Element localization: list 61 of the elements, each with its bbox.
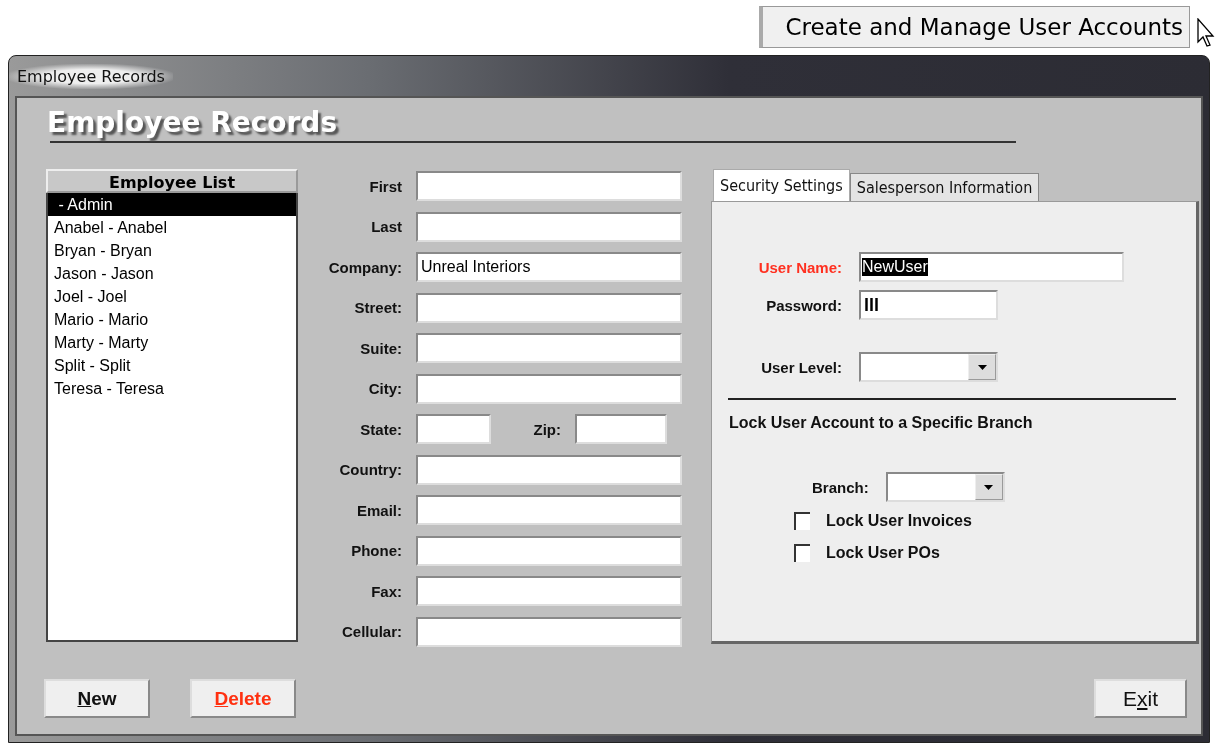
section-label: Lock User Account to a Specific Branch [729, 414, 1034, 432]
text-field[interactable] [416, 373, 682, 404]
checkbox-label: Lock User Invoices [826, 512, 972, 530]
field-label: Cellular: [341, 623, 402, 640]
employee-item[interactable]: Bryan - Bryan [48, 239, 296, 262]
field-label: User Level: [761, 358, 842, 376]
field-label: Fax: [370, 582, 402, 600]
field-label: Street: [353, 299, 402, 316]
text-field[interactable]: Unreal Interiors [416, 252, 682, 282]
field-label: City: [367, 380, 402, 397]
text-field[interactable] [416, 616, 682, 647]
password-field[interactable]: lll [859, 290, 998, 320]
employee-item[interactable]: Anabel - Anabel [48, 216, 296, 239]
text-field[interactable] [416, 454, 682, 485]
field-label: State: [359, 420, 402, 438]
tab[interactable]: Security Settings [713, 169, 850, 201]
field-label: Suite: [359, 339, 402, 357]
caret-icon [977, 364, 987, 370]
text-field[interactable] [416, 292, 682, 323]
field-label: Email: [356, 501, 402, 519]
text-field[interactable] [416, 414, 491, 444]
dropdown-button[interactable] [968, 354, 996, 380]
employee-item[interactable]: Jason - Jason [48, 262, 296, 285]
checkbox[interactable] [794, 512, 810, 530]
text-field[interactable] [416, 333, 682, 363]
text-field[interactable] [416, 171, 682, 201]
employee-list[interactable]: - Admin Anabel - Anabel Bryan - Bryan Jason - Jason Joel - Joel Mario - Mario Marty - Marty Split - Split Teresa - Teresa [46, 193, 298, 642]
create-accounts-button[interactable]: Create and Manage User Accounts [759, 6, 1190, 48]
field-label: Last [370, 218, 402, 235]
field-label: Branch: [812, 478, 869, 496]
action-button[interactable]: Exit [1094, 679, 1187, 718]
field-label: User Name: [758, 258, 842, 276]
dropdown-button[interactable] [974, 474, 1003, 500]
list-header: Employee List [46, 169, 298, 193]
text-field[interactable] [416, 576, 682, 606]
checkbox-label: Lock User POs [826, 544, 940, 562]
text-field[interactable] [416, 535, 682, 566]
employee-item[interactable]: Mario - Mario [48, 308, 296, 331]
employee-item[interactable]: Split - Split [48, 354, 296, 377]
action-button[interactable]: New [44, 679, 150, 718]
text-field[interactable] [416, 495, 682, 525]
field-label: Password: [766, 296, 842, 314]
field-label: First [368, 177, 402, 195]
caret-icon [984, 484, 994, 490]
field-label: Zip: [532, 420, 562, 438]
tab[interactable]: Salesperson Information [849, 173, 1040, 201]
field-label: Company: [327, 258, 402, 276]
mouse-cursor-icon [1196, 18, 1216, 48]
selected-text: NewUser [862, 258, 928, 276]
employee-item[interactable]: - Admin [48, 193, 296, 216]
checkbox[interactable] [794, 544, 810, 562]
text-field[interactable] [575, 414, 667, 444]
field-label: Phone: [350, 542, 402, 559]
window-title: Employee Records [9, 63, 173, 89]
employee-item[interactable]: Teresa - Teresa [48, 377, 296, 400]
text-field[interactable] [416, 211, 682, 242]
employee-item[interactable]: Marty - Marty [48, 331, 296, 354]
employee-item[interactable]: Joel - Joel [48, 285, 296, 308]
user-name-field[interactable]: NewUser [859, 252, 1124, 282]
field-label: Country: [338, 461, 402, 478]
form-heading: Employee Records [47, 106, 338, 139]
